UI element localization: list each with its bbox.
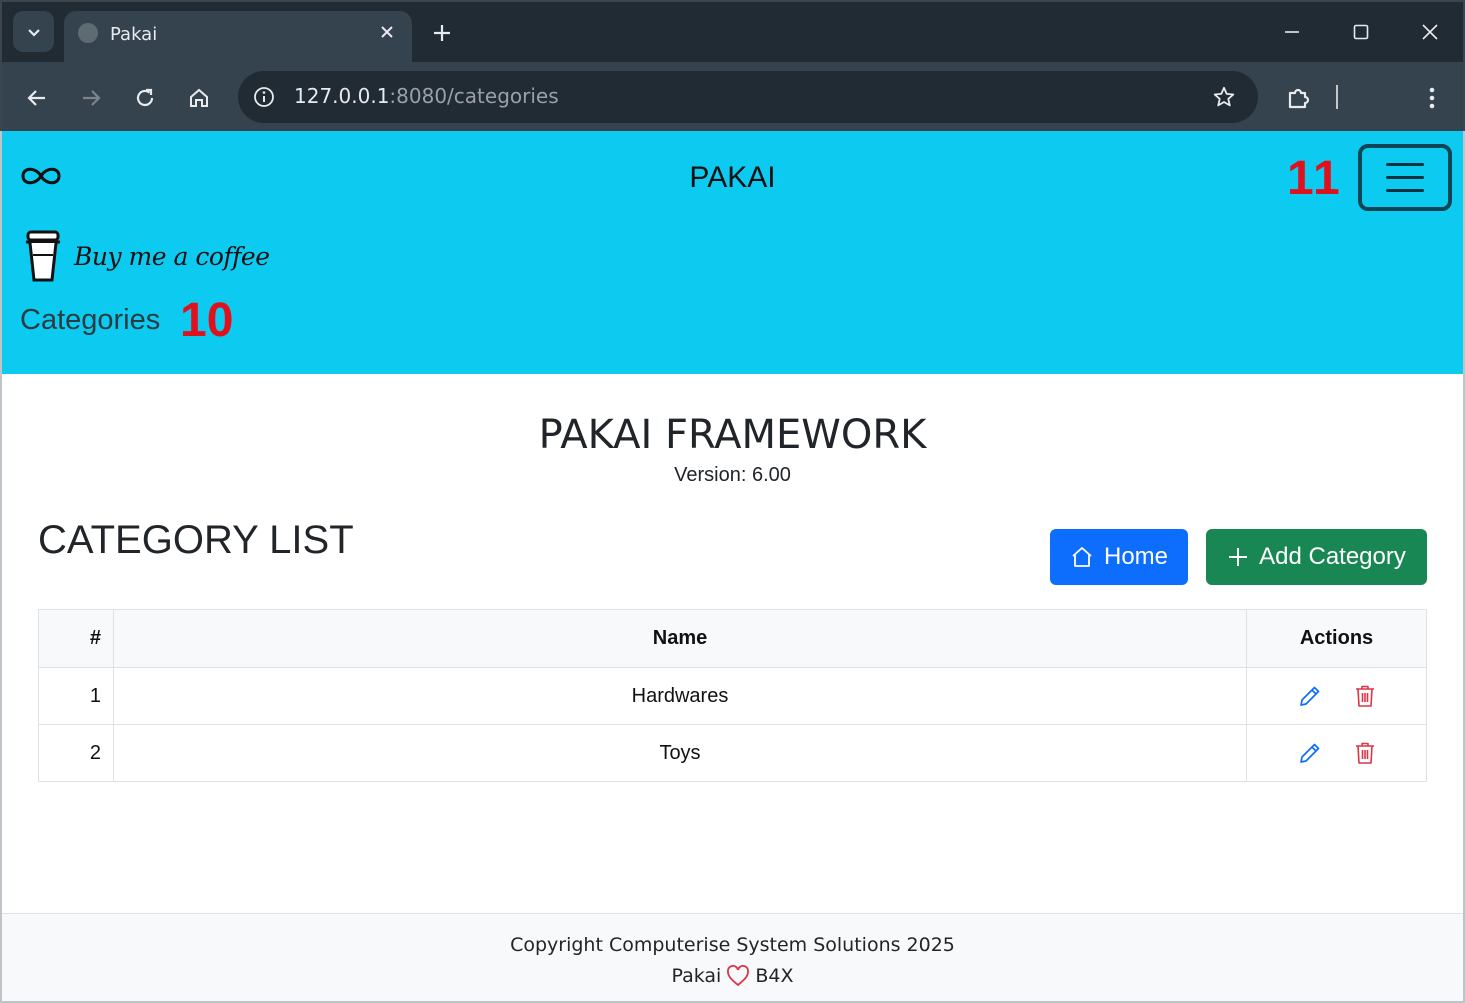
coffee-cup-icon [26,230,60,282]
url-text: 127.0.0.1:8080/categories [294,84,559,108]
star-icon [1213,86,1235,107]
arrow-left-icon [27,90,45,106]
tab-search-button[interactable] [13,11,54,52]
brand-title: PAKAI [689,161,776,194]
tab-close-button[interactable] [374,19,400,45]
toolbar-divider [1336,85,1338,109]
tab-strip: Pakai [2,2,1463,62]
reload-icon [136,88,154,107]
column-header-actions: Actions [1246,609,1427,668]
footer-b4x-label: B4X [755,965,794,987]
bookmark-button[interactable] [1210,83,1238,111]
app-header: PAKAI 11 Buy me a coffee Categories 10 [2,131,1463,374]
minimize-button[interactable] [1272,14,1312,50]
new-tab-button[interactable] [426,17,458,49]
buy-me-a-coffee-link[interactable]: Buy me a coffee [24,229,270,283]
copyright-text: Copyright Computerise System Solutions 2… [510,934,955,956]
page-footer: Copyright Computerise System Solutions 2… [2,913,1463,1001]
footer-credits: Pakai B4X [2,965,1463,987]
forward-button[interactable] [73,80,109,116]
row-name: Toys [113,724,1247,782]
hamburger-icon [1386,163,1424,166]
row-actions [1246,667,1427,725]
browser-tab[interactable]: Pakai [64,11,412,62]
framework-title: PAKAI FRAMEWORK [538,412,927,458]
navbar-toggler-button[interactable] [1358,144,1452,211]
delete-trash-icon[interactable] [1354,684,1376,708]
maximize-button[interactable] [1341,14,1381,50]
back-button[interactable] [19,80,55,116]
add-category-button[interactable]: Add Category [1206,529,1427,585]
page-title: CATEGORY LIST [38,518,354,562]
close-icon [1422,24,1438,40]
puzzle-icon [1288,88,1310,109]
category-table: # Name Actions 1 Hardwares 2 Toys [38,609,1427,782]
globe-icon [78,23,98,43]
home-button-label: Home [1103,543,1169,570]
footer-pakai-label: Pakai [671,965,722,987]
reload-button[interactable] [127,80,163,116]
table-header-row: # Name Actions [38,609,1427,668]
marker-label-10: 10 [180,294,234,347]
home-button[interactable]: Home [1050,529,1188,585]
table-row: 2 Toys [38,724,1427,782]
tab-title: Pakai [110,24,158,45]
row-name: Hardwares [113,667,1247,725]
chevron-down-icon [27,28,40,37]
table-row: 1 Hardwares [38,667,1427,725]
home-icon [190,88,208,107]
marker-label-11: 11 [1287,152,1342,205]
plus-icon [434,25,450,41]
row-actions [1246,724,1427,782]
delete-trash-icon[interactable] [1354,741,1376,765]
plus-icon [1229,548,1248,566]
house-icon [1072,547,1092,567]
home-button[interactable] [181,80,217,116]
close-icon [381,26,393,38]
add-category-label: Add Category [1259,543,1406,570]
browser-toolbar: 127.0.0.1:8080/categories [2,62,1463,133]
minimize-icon [1285,31,1299,33]
breadcrumb: Categories [20,304,161,336]
address-bar[interactable]: 127.0.0.1:8080/categories [238,71,1258,123]
version-text: Version: 6.00 [674,464,791,486]
maximize-icon [1353,24,1369,40]
heart-icon [727,965,750,987]
window-close-button[interactable] [1410,14,1450,50]
site-info-button[interactable] [248,81,280,113]
edit-pencil-icon[interactable] [1298,684,1322,708]
edit-pencil-icon[interactable] [1298,741,1322,765]
row-number: 1 [38,667,114,725]
arrow-right-icon [83,90,101,106]
column-header-number[interactable]: # [38,609,114,668]
coffee-label: Buy me a coffee [74,241,270,271]
browser-menu-button[interactable] [1414,80,1450,116]
info-icon [254,87,274,107]
extensions-button[interactable] [1281,80,1317,116]
column-header-name[interactable]: Name [113,609,1247,668]
browser-window: Pakai 127.0.0.1:8080/categories [0,0,1465,133]
more-vertical-icon [1429,87,1435,109]
row-number: 2 [38,724,114,782]
